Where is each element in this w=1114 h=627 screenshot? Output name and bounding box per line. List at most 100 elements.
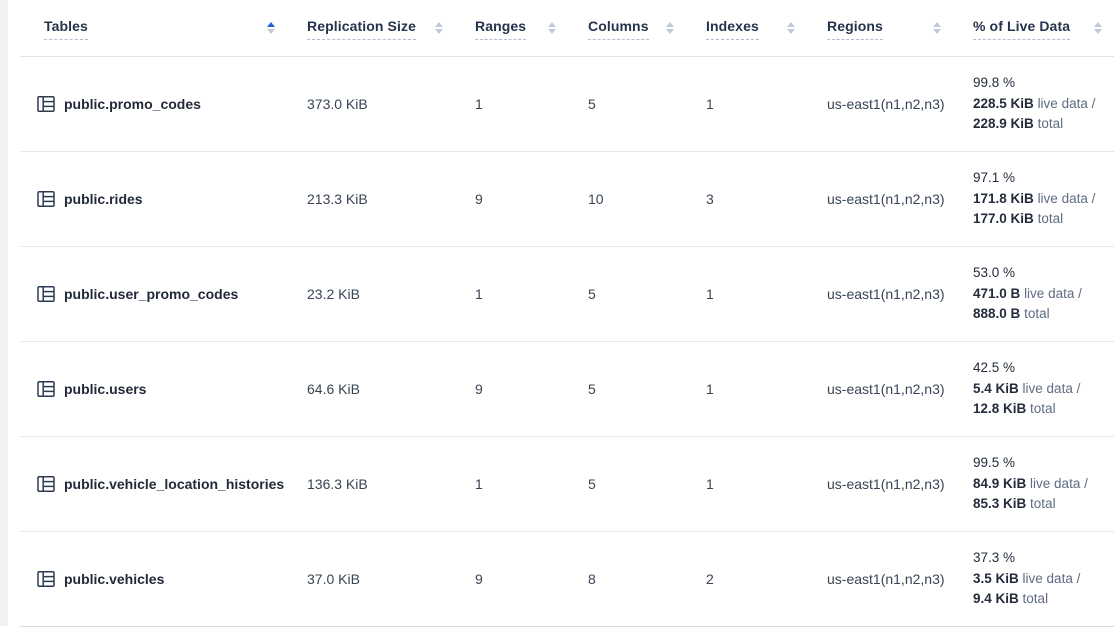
cell-ranges: 9	[455, 532, 568, 626]
cell-replication-size: 23.2 KiB	[287, 247, 455, 341]
live-data-amount: 228.5 KiB live data /	[973, 94, 1095, 115]
table-row: public.users 64.6 KiB 9 5 1 us-east1(n1,…	[20, 342, 1114, 437]
cell-live-data: 99.8 % 228.5 KiB live data / 228.9 KiB t…	[953, 57, 1114, 151]
cell-live-data: 99.5 % 84.9 KiB live data / 85.3 KiB tot…	[953, 437, 1114, 531]
table-icon	[36, 379, 56, 399]
cell-replication-size: 37.0 KiB	[287, 532, 455, 626]
cell-table-name: public.rides	[20, 152, 287, 246]
table-row: public.user_promo_codes 23.2 KiB 1 5 1 u…	[20, 247, 1114, 342]
cell-regions: us-east1(n1,n2,n3)	[807, 152, 953, 246]
cell-live-data: 42.5 % 5.4 KiB live data / 12.8 KiB tota…	[953, 342, 1114, 436]
table-name-link[interactable]: public.user_promo_codes	[64, 286, 238, 302]
cell-indexes: 1	[686, 247, 807, 341]
cell-replication-size: 64.6 KiB	[287, 342, 455, 436]
cell-indexes: 1	[686, 437, 807, 531]
sort-icon[interactable]	[433, 20, 445, 36]
column-header-label[interactable]: Replication Size	[307, 17, 416, 40]
cell-replication-size: 136.3 KiB	[287, 437, 455, 531]
total-data-amount: 177.0 KiB total	[973, 209, 1063, 230]
column-header-label[interactable]: Regions	[827, 17, 883, 40]
live-data-amount: 471.0 B live data /	[973, 284, 1082, 305]
cell-regions: us-east1(n1,n2,n3)	[807, 532, 953, 626]
total-data-amount: 12.8 KiB total	[973, 399, 1056, 420]
table-name-link[interactable]: public.rides	[64, 191, 143, 207]
table-icon	[36, 189, 56, 209]
sort-icon[interactable]	[1092, 20, 1104, 36]
column-header-label[interactable]: Ranges	[475, 17, 526, 40]
cell-replication-size: 213.3 KiB	[287, 152, 455, 246]
page-background-strip	[0, 0, 8, 626]
cell-columns: 5	[568, 342, 686, 436]
sort-icon[interactable]	[265, 20, 277, 36]
table-name-link[interactable]: public.promo_codes	[64, 96, 201, 112]
live-data-amount: 171.8 KiB live data /	[973, 189, 1095, 210]
cell-columns: 5	[568, 57, 686, 151]
sort-icon[interactable]	[931, 20, 943, 36]
table-row: public.rides 213.3 KiB 9 10 3 us-east1(n…	[20, 152, 1114, 247]
live-data-percent: 37.3 %	[973, 548, 1015, 569]
sort-icon[interactable]	[546, 20, 558, 36]
table-icon	[36, 474, 56, 494]
cell-table-name: public.user_promo_codes	[20, 247, 287, 341]
total-data-amount: 9.4 KiB total	[973, 589, 1048, 610]
sort-icon[interactable]	[664, 20, 676, 36]
cell-indexes: 2	[686, 532, 807, 626]
live-data-amount: 5.4 KiB live data /	[973, 379, 1080, 400]
cell-columns: 8	[568, 532, 686, 626]
column-header-indexes[interactable]: Indexes	[686, 0, 807, 56]
total-data-amount: 888.0 B total	[973, 304, 1050, 325]
table-icon	[36, 94, 56, 114]
column-header-label[interactable]: % of Live Data	[973, 17, 1070, 40]
live-data-percent: 99.8 %	[973, 73, 1015, 94]
live-data-percent: 97.1 %	[973, 168, 1015, 189]
cell-replication-size: 373.0 KiB	[287, 57, 455, 151]
cell-ranges: 9	[455, 342, 568, 436]
cell-ranges: 9	[455, 152, 568, 246]
cell-columns: 5	[568, 437, 686, 531]
cell-table-name: public.users	[20, 342, 287, 436]
cell-indexes: 1	[686, 342, 807, 436]
live-data-percent: 99.5 %	[973, 453, 1015, 474]
column-header-tables[interactable]: Tables	[20, 0, 287, 56]
column-header-label[interactable]: Columns	[588, 17, 649, 40]
cell-columns: 10	[568, 152, 686, 246]
cell-indexes: 1	[686, 57, 807, 151]
column-header-ranges[interactable]: Ranges	[455, 0, 568, 56]
live-data-percent: 53.0 %	[973, 263, 1015, 284]
table-row: public.promo_codes 373.0 KiB 1 5 1 us-ea…	[20, 57, 1114, 152]
column-header-live-data[interactable]: % of Live Data	[953, 0, 1114, 56]
column-header-label[interactable]: Tables	[44, 17, 88, 40]
cell-ranges: 1	[455, 437, 568, 531]
cell-live-data: 53.0 % 471.0 B live data / 888.0 B total	[953, 247, 1114, 341]
table-body: public.promo_codes 373.0 KiB 1 5 1 us-ea…	[20, 57, 1114, 627]
table-name-link[interactable]: public.users	[64, 381, 146, 397]
cell-table-name: public.vehicle_location_histories	[20, 437, 287, 531]
cell-live-data: 37.3 % 3.5 KiB live data / 9.4 KiB total	[953, 532, 1114, 626]
total-data-amount: 85.3 KiB total	[973, 494, 1056, 515]
table-name-link[interactable]: public.vehicle_location_histories	[64, 476, 284, 492]
cell-indexes: 3	[686, 152, 807, 246]
live-data-amount: 3.5 KiB live data /	[973, 569, 1080, 590]
cell-regions: us-east1(n1,n2,n3)	[807, 247, 953, 341]
table-header-row: Tables Replication Size Ranges Columns I…	[20, 0, 1114, 57]
column-header-regions[interactable]: Regions	[807, 0, 953, 56]
cell-table-name: public.vehicles	[20, 532, 287, 626]
live-data-percent: 42.5 %	[973, 358, 1015, 379]
table-icon	[36, 569, 56, 589]
column-header-label[interactable]: Indexes	[706, 17, 759, 40]
cell-live-data: 97.1 % 171.8 KiB live data / 177.0 KiB t…	[953, 152, 1114, 246]
tables-grid: Tables Replication Size Ranges Columns I…	[20, 0, 1114, 627]
database-tables-panel: Tables Replication Size Ranges Columns I…	[8, 0, 1114, 626]
cell-regions: us-east1(n1,n2,n3)	[807, 57, 953, 151]
column-header-columns[interactable]: Columns	[568, 0, 686, 56]
table-row: public.vehicle_location_histories 136.3 …	[20, 437, 1114, 532]
cell-ranges: 1	[455, 247, 568, 341]
sort-icon[interactable]	[785, 20, 797, 36]
cell-columns: 5	[568, 247, 686, 341]
table-name-link[interactable]: public.vehicles	[64, 571, 164, 587]
live-data-amount: 84.9 KiB live data /	[973, 474, 1088, 495]
cell-table-name: public.promo_codes	[20, 57, 287, 151]
table-row: public.vehicles 37.0 KiB 9 8 2 us-east1(…	[20, 532, 1114, 627]
column-header-replication-size[interactable]: Replication Size	[287, 0, 455, 56]
total-data-amount: 228.9 KiB total	[973, 114, 1063, 135]
